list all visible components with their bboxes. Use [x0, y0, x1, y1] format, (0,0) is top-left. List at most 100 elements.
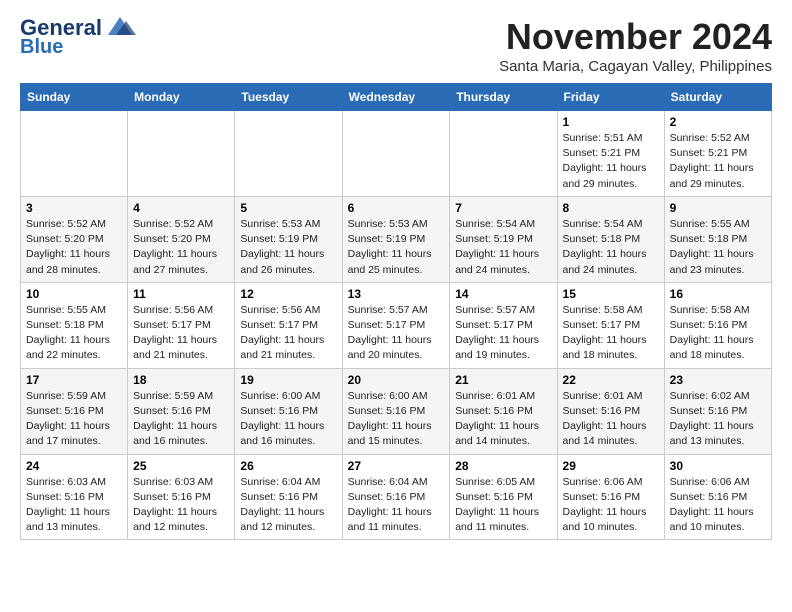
week-row-3: 10 Sunrise: 5:55 AMSunset: 5:18 PMDayligh… — [21, 282, 772, 368]
day-number: 30 — [670, 459, 766, 473]
day-cell: 20 Sunrise: 6:00 AMSunset: 5:16 PMDayligh… — [342, 368, 450, 454]
day-number: 11 — [133, 287, 229, 301]
day-cell: 6 Sunrise: 5:53 AMSunset: 5:19 PMDaylight… — [342, 196, 450, 282]
day-info: Sunrise: 6:01 AMSunset: 5:16 PMDaylight:… — [455, 389, 551, 450]
day-info: Sunrise: 6:00 AMSunset: 5:16 PMDaylight:… — [240, 389, 336, 450]
column-header-friday: Friday — [557, 84, 664, 111]
day-info: Sunrise: 5:59 AMSunset: 5:16 PMDaylight:… — [133, 389, 229, 450]
day-cell: 10 Sunrise: 5:55 AMSunset: 5:18 PMDayligh… — [21, 282, 128, 368]
day-number: 7 — [455, 201, 551, 215]
day-cell — [342, 111, 450, 197]
day-cell: 13 Sunrise: 5:57 AMSunset: 5:17 PMDayligh… — [342, 282, 450, 368]
day-cell — [450, 111, 557, 197]
day-info: Sunrise: 5:51 AMSunset: 5:21 PMDaylight:… — [563, 131, 659, 192]
day-number: 17 — [26, 373, 122, 387]
week-row-1: 1 Sunrise: 5:51 AMSunset: 5:21 PMDaylight… — [21, 111, 772, 197]
day-cell: 27 Sunrise: 6:04 AMSunset: 5:16 PMDayligh… — [342, 454, 450, 540]
day-number: 29 — [563, 459, 659, 473]
day-number: 1 — [563, 115, 659, 129]
week-row-5: 24Sunrise: 6:03 AMSunset: 5:16 PMDayligh… — [21, 454, 772, 540]
day-info: Sunrise: 6:02 AMSunset: 5:16 PMDaylight:… — [670, 389, 766, 450]
day-number: 28 — [455, 459, 551, 473]
day-number: 22 — [563, 373, 659, 387]
day-cell: 30Sunrise: 6:06 AMSunset: 5:16 PMDayligh… — [664, 454, 771, 540]
day-number: 25 — [133, 459, 229, 473]
day-info: Sunrise: 5:55 AMSunset: 5:18 PMDaylight:… — [670, 217, 766, 278]
day-cell: 12Sunrise: 5:56 AMSunset: 5:17 PMDayligh… — [235, 282, 342, 368]
day-cell: 7 Sunrise: 5:54 AMSunset: 5:19 PMDaylight… — [450, 196, 557, 282]
day-cell: 17 Sunrise: 5:59 AMSunset: 5:16 PMDayligh… — [21, 368, 128, 454]
day-cell: 1 Sunrise: 5:51 AMSunset: 5:21 PMDaylight… — [557, 111, 664, 197]
day-number: 23 — [670, 373, 766, 387]
month-title: November 2024 — [499, 16, 772, 58]
column-header-sunday: Sunday — [21, 84, 128, 111]
day-cell — [235, 111, 342, 197]
day-info: Sunrise: 6:06 AMSunset: 5:16 PMDaylight:… — [563, 475, 659, 536]
day-info: Sunrise: 5:58 AMSunset: 5:16 PMDaylight:… — [670, 303, 766, 364]
column-header-monday: Monday — [128, 84, 235, 111]
day-info: Sunrise: 5:59 AMSunset: 5:16 PMDaylight:… — [26, 389, 122, 450]
day-info: Sunrise: 5:55 AMSunset: 5:18 PMDaylight:… — [26, 303, 122, 364]
day-info: Sunrise: 6:03 AMSunset: 5:16 PMDaylight:… — [26, 475, 122, 536]
header: General Blue November 2024 Santa Maria, … — [20, 16, 772, 75]
day-info: Sunrise: 6:00 AMSunset: 5:16 PMDaylight:… — [348, 389, 445, 450]
logo: General Blue — [20, 16, 136, 58]
day-cell — [21, 111, 128, 197]
day-info: Sunrise: 6:05 AMSunset: 5:16 PMDaylight:… — [455, 475, 551, 536]
day-cell: 11 Sunrise: 5:56 AMSunset: 5:17 PMDayligh… — [128, 282, 235, 368]
day-number: 9 — [670, 201, 766, 215]
day-number: 12 — [240, 287, 336, 301]
day-info: Sunrise: 5:54 AMSunset: 5:18 PMDaylight:… — [563, 217, 659, 278]
day-cell: 4 Sunrise: 5:52 AMSunset: 5:20 PMDaylight… — [128, 196, 235, 282]
calendar: SundayMondayTuesdayWednesdayThursdayFrid… — [20, 83, 772, 540]
day-cell — [128, 111, 235, 197]
day-cell: 22 Sunrise: 6:01 AMSunset: 5:16 PMDayligh… — [557, 368, 664, 454]
day-number: 21 — [455, 373, 551, 387]
day-info: Sunrise: 5:56 AMSunset: 5:17 PMDaylight:… — [133, 303, 229, 364]
day-info: Sunrise: 5:57 AMSunset: 5:17 PMDaylight:… — [455, 303, 551, 364]
day-cell: 18 Sunrise: 5:59 AMSunset: 5:16 PMDayligh… — [128, 368, 235, 454]
day-cell: 5Sunrise: 5:53 AMSunset: 5:19 PMDaylight… — [235, 196, 342, 282]
day-cell: 8 Sunrise: 5:54 AMSunset: 5:18 PMDaylight… — [557, 196, 664, 282]
day-cell: 2 Sunrise: 5:52 AMSunset: 5:21 PMDaylight… — [664, 111, 771, 197]
day-cell: 23 Sunrise: 6:02 AMSunset: 5:16 PMDayligh… — [664, 368, 771, 454]
column-header-saturday: Saturday — [664, 84, 771, 111]
day-number: 27 — [348, 459, 445, 473]
day-number: 20 — [348, 373, 445, 387]
day-number: 3 — [26, 201, 122, 215]
day-info: Sunrise: 5:52 AMSunset: 5:21 PMDaylight:… — [670, 131, 766, 192]
day-cell: 29 Sunrise: 6:06 AMSunset: 5:16 PMDayligh… — [557, 454, 664, 540]
day-number: 14 — [455, 287, 551, 301]
day-cell: 9 Sunrise: 5:55 AMSunset: 5:18 PMDaylight… — [664, 196, 771, 282]
day-number: 10 — [26, 287, 122, 301]
day-info: Sunrise: 5:52 AMSunset: 5:20 PMDaylight:… — [133, 217, 229, 278]
day-number: 6 — [348, 201, 445, 215]
day-number: 5 — [240, 201, 336, 215]
day-info: Sunrise: 5:58 AMSunset: 5:17 PMDaylight:… — [563, 303, 659, 364]
column-header-wednesday: Wednesday — [342, 84, 450, 111]
day-info: Sunrise: 6:04 AMSunset: 5:16 PMDaylight:… — [240, 475, 336, 536]
day-cell: 28 Sunrise: 6:05 AMSunset: 5:16 PMDayligh… — [450, 454, 557, 540]
logo-icon — [104, 15, 136, 37]
day-number: 4 — [133, 201, 229, 215]
week-row-4: 17 Sunrise: 5:59 AMSunset: 5:16 PMDayligh… — [21, 368, 772, 454]
title-area: November 2024 Santa Maria, Cagayan Valle… — [499, 16, 772, 75]
day-cell: 16 Sunrise: 5:58 AMSunset: 5:16 PMDayligh… — [664, 282, 771, 368]
day-cell: 24Sunrise: 6:03 AMSunset: 5:16 PMDayligh… — [21, 454, 128, 540]
day-info: Sunrise: 5:54 AMSunset: 5:19 PMDaylight:… — [455, 217, 551, 278]
day-cell: 14 Sunrise: 5:57 AMSunset: 5:17 PMDayligh… — [450, 282, 557, 368]
day-number: 8 — [563, 201, 659, 215]
day-number: 19 — [240, 373, 336, 387]
subtitle: Santa Maria, Cagayan Valley, Philippines — [499, 58, 772, 75]
day-info: Sunrise: 5:53 AMSunset: 5:19 PMDaylight:… — [348, 217, 445, 278]
day-info: Sunrise: 6:04 AMSunset: 5:16 PMDaylight:… — [348, 475, 445, 536]
day-number: 16 — [670, 287, 766, 301]
day-number: 26 — [240, 459, 336, 473]
day-info: Sunrise: 5:57 AMSunset: 5:17 PMDaylight:… — [348, 303, 445, 364]
day-number: 13 — [348, 287, 445, 301]
day-cell: 21 Sunrise: 6:01 AMSunset: 5:16 PMDayligh… — [450, 368, 557, 454]
day-number: 18 — [133, 373, 229, 387]
logo-blue: Blue — [20, 36, 63, 58]
day-number: 2 — [670, 115, 766, 129]
day-info: Sunrise: 6:01 AMSunset: 5:16 PMDaylight:… — [563, 389, 659, 450]
